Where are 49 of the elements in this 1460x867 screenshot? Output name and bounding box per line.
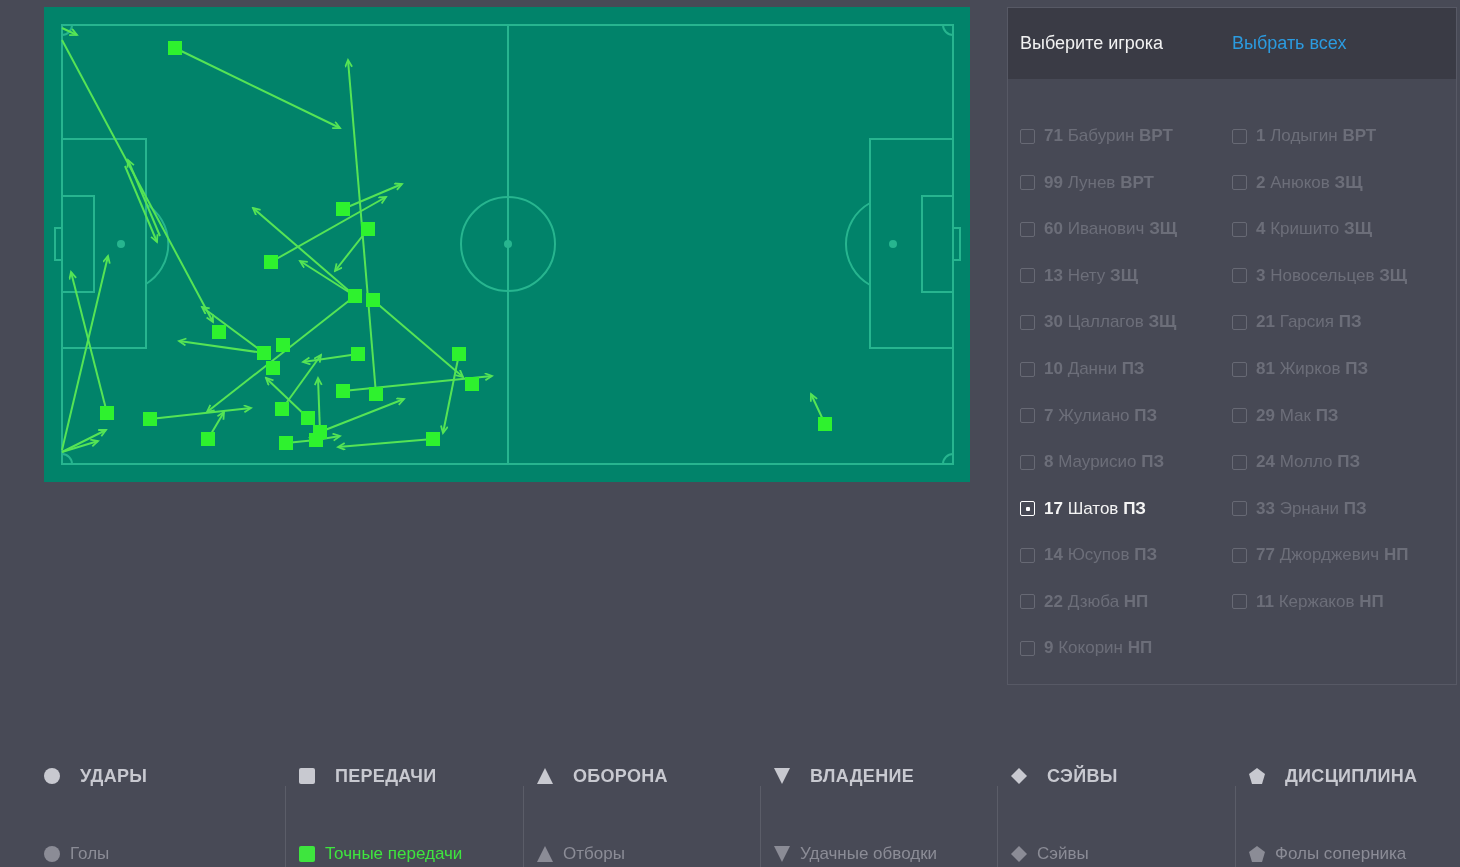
checkbox[interactable] [1020, 640, 1035, 656]
checkbox[interactable] [1232, 501, 1247, 517]
category-title: ДИСЦИПЛИНА [1285, 765, 1418, 787]
category-title: ОБОРОНА [573, 765, 668, 787]
checkbox[interactable] [1020, 221, 1035, 237]
checkbox[interactable] [1020, 454, 1035, 470]
filter-option[interactable]: Фолы соперника [1249, 844, 1407, 864]
circle-icon [44, 846, 60, 862]
checkbox[interactable] [1020, 128, 1035, 144]
category-title: СЭЙВЫ [1047, 765, 1118, 787]
diamond-icon [1011, 846, 1027, 862]
down-triangle-icon [774, 768, 790, 784]
filter-option[interactable]: Удачные обводки [774, 844, 938, 864]
filter-option[interactable]: Голы [44, 844, 110, 864]
down-triangle-icon [774, 846, 790, 862]
category-title: УДАРЫ [80, 765, 148, 787]
category-title: ПЕРЕДАЧИ [335, 765, 437, 787]
checkbox[interactable] [1232, 361, 1247, 377]
checkbox[interactable] [1232, 408, 1247, 424]
pentagon-icon [1249, 768, 1265, 784]
checkbox[interactable] [1020, 594, 1035, 610]
panel-title: Выберите игрока [1020, 33, 1165, 54]
filter-option[interactable]: Отборы [537, 844, 625, 864]
filter-option[interactable]: Сэйвы [1011, 844, 1089, 864]
checkbox[interactable] [1020, 547, 1035, 563]
checkbox[interactable] [1232, 454, 1247, 470]
checkbox[interactable] [1020, 175, 1035, 191]
diamond-icon [1011, 768, 1027, 784]
pentagon-icon [1249, 846, 1265, 862]
select-all-link[interactable]: Выбрать всех [1232, 33, 1347, 54]
filter-option[interactable]: Точные передачи [299, 844, 463, 864]
checkbox[interactable] [1232, 175, 1247, 191]
checkbox[interactable] [1232, 268, 1247, 284]
checkbox[interactable] [1020, 314, 1035, 330]
checkbox[interactable] [1232, 128, 1247, 144]
player-label: 17 Шатов ПЗ [1044, 498, 1146, 519]
checkbox[interactable] [1232, 547, 1247, 563]
category-title: ВЛАДЕНИЕ [810, 765, 915, 787]
checkbox[interactable] [1020, 408, 1035, 424]
circle-icon [44, 768, 60, 784]
checkbox[interactable] [1232, 594, 1247, 610]
checkbox[interactable] [1020, 268, 1035, 284]
checkbox[interactable] [1020, 361, 1035, 377]
square-icon [299, 768, 315, 784]
triangle-icon [537, 846, 553, 862]
checkbox[interactable] [1232, 314, 1247, 330]
checkbox[interactable] [1232, 221, 1247, 237]
triangle-icon [537, 768, 553, 784]
square-icon [299, 846, 315, 862]
